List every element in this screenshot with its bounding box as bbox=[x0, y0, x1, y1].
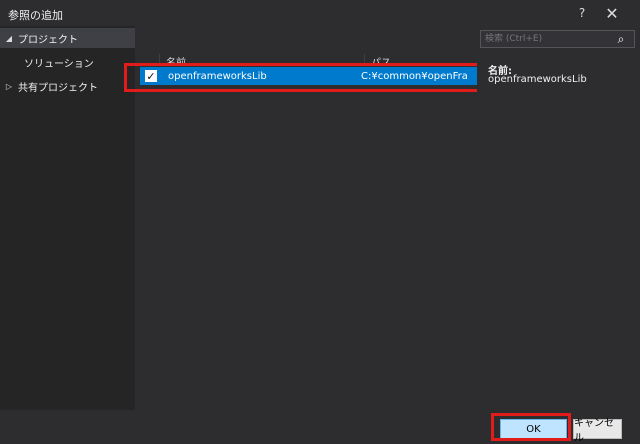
search-icon[interactable]: ⌕ bbox=[608, 32, 634, 47]
sidebar-item-projects[interactable]: ◢ プロジェクト bbox=[0, 28, 135, 48]
details-panel: ⌕ 名前: openframeworksLib bbox=[477, 26, 640, 410]
collapsed-arrow-icon: ▷ bbox=[5, 81, 13, 91]
sidebar-item-label: 共有プロジェクト bbox=[18, 82, 98, 94]
category-sidebar: ◢ プロジェクト ソリューション ▷ 共有プロジェクト bbox=[0, 26, 135, 410]
sidebar-item-shared-projects[interactable]: ▷ 共有プロジェクト bbox=[0, 76, 135, 96]
expanded-arrow-icon: ◢ bbox=[5, 33, 13, 43]
selection-highlight bbox=[124, 63, 484, 92]
close-button[interactable]: ✕ bbox=[602, 3, 622, 23]
search-box[interactable]: ⌕ bbox=[480, 30, 635, 48]
search-input[interactable] bbox=[481, 31, 608, 47]
sidebar-item-label: ソリューション bbox=[24, 58, 94, 70]
title-bar: 参照の追加 ? ✕ bbox=[0, 0, 640, 26]
window-title: 参照の追加 bbox=[8, 9, 63, 22]
cancel-button[interactable]: キャンセル bbox=[573, 418, 622, 444]
sidebar-item-label: プロジェクト bbox=[18, 34, 78, 46]
details-name-value: openframeworksLib bbox=[488, 74, 587, 85]
help-button[interactable]: ? bbox=[572, 3, 592, 23]
sidebar-item-solution[interactable]: ソリューション bbox=[0, 52, 135, 72]
ok-button-highlight bbox=[491, 413, 571, 441]
